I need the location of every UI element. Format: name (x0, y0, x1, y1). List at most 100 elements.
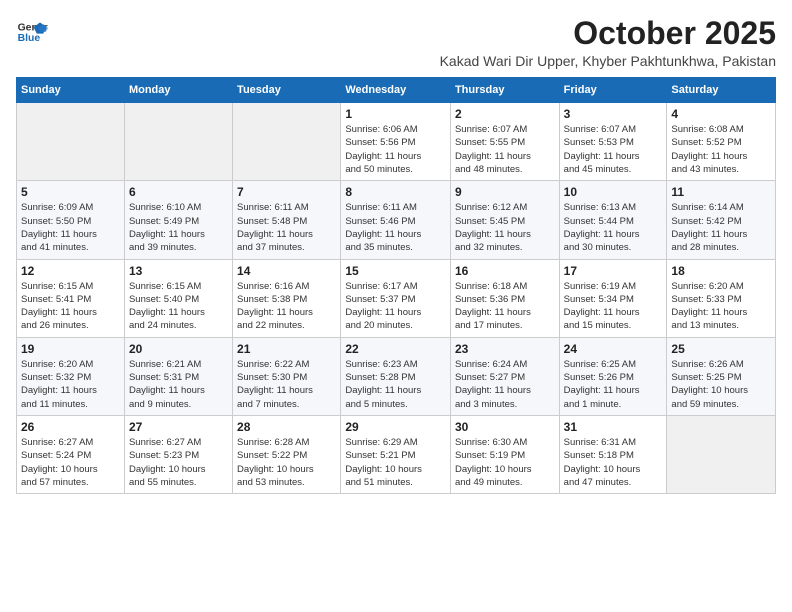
day-number: 23 (455, 342, 555, 356)
cell-content: Sunrise: 6:28 AM Sunset: 5:22 PM Dayligh… (237, 436, 336, 489)
calendar-week-1: 1Sunrise: 6:06 AM Sunset: 5:56 PM Daylig… (17, 103, 776, 181)
calendar-table: SundayMondayTuesdayWednesdayThursdayFrid… (16, 77, 776, 494)
day-number: 8 (345, 185, 446, 199)
calendar-cell: 22Sunrise: 6:23 AM Sunset: 5:28 PM Dayli… (341, 337, 451, 415)
calendar-cell: 1Sunrise: 6:06 AM Sunset: 5:56 PM Daylig… (341, 103, 451, 181)
calendar-cell: 15Sunrise: 6:17 AM Sunset: 5:37 PM Dayli… (341, 259, 451, 337)
cell-content: Sunrise: 6:11 AM Sunset: 5:46 PM Dayligh… (345, 201, 446, 254)
day-number: 19 (21, 342, 120, 356)
day-number: 17 (564, 264, 663, 278)
day-number: 2 (455, 107, 555, 121)
day-number: 27 (129, 420, 228, 434)
cell-content: Sunrise: 6:30 AM Sunset: 5:19 PM Dayligh… (455, 436, 555, 489)
calendar-cell (124, 103, 232, 181)
day-number: 11 (671, 185, 771, 199)
calendar-cell: 16 Sunrise: 6:18 AM Sunset: 5:36 PM Dayli… (450, 259, 559, 337)
cell-content: Sunrise: 6:20 AM Sunset: 5:33 PM Dayligh… (671, 280, 771, 333)
calendar-cell: 31 Sunrise: 6:31 AM Sunset: 5:18 PM Dayli… (559, 415, 667, 493)
calendar-cell: 24 Sunrise: 6:25 AM Sunset: 5:26 PM Dayli… (559, 337, 667, 415)
calendar-cell: 5 Sunrise: 6:09 AM Sunset: 5:50 PM Daylig… (17, 181, 125, 259)
cell-content: Sunrise: 6:20 AM Sunset: 5:32 PM Dayligh… (21, 358, 120, 411)
day-header-sunday: Sunday (17, 78, 125, 103)
cell-content: Sunrise: 6:10 AM Sunset: 5:49 PM Dayligh… (129, 201, 228, 254)
cell-content: Sunrise: 6:08 AM Sunset: 5:52 PM Dayligh… (671, 123, 771, 176)
calendar-cell: 27Sunrise: 6:27 AM Sunset: 5:23 PM Dayli… (124, 415, 232, 493)
day-header-tuesday: Tuesday (233, 78, 341, 103)
day-number: 3 (564, 107, 663, 121)
day-number: 6 (129, 185, 228, 199)
calendar-cell: 4 Sunrise: 6:08 AM Sunset: 5:52 PM Daylig… (667, 103, 776, 181)
day-number: 26 (21, 420, 120, 434)
day-header-wednesday: Wednesday (341, 78, 451, 103)
cell-content: Sunrise: 6:16 AM Sunset: 5:38 PM Dayligh… (237, 280, 336, 333)
cell-content: Sunrise: 6:09 AM Sunset: 5:50 PM Dayligh… (21, 201, 120, 254)
logo-icon: General Blue (16, 16, 48, 48)
calendar-cell: 9 Sunrise: 6:12 AM Sunset: 5:45 PM Daylig… (450, 181, 559, 259)
day-header-monday: Monday (124, 78, 232, 103)
calendar-cell: 11 Sunrise: 6:14 AM Sunset: 5:42 PM Dayli… (667, 181, 776, 259)
cell-content: Sunrise: 6:19 AM Sunset: 5:34 PM Dayligh… (564, 280, 663, 333)
page-header: General Blue October 2025 Kakad Wari Dir… (16, 16, 776, 69)
day-number: 7 (237, 185, 336, 199)
calendar-cell: 18 Sunrise: 6:20 AM Sunset: 5:33 PM Dayli… (667, 259, 776, 337)
calendar-week-4: 19 Sunrise: 6:20 AM Sunset: 5:32 PM Dayli… (17, 337, 776, 415)
day-number: 9 (455, 185, 555, 199)
day-number: 29 (345, 420, 446, 434)
calendar-header-row: SundayMondayTuesdayWednesdayThursdayFrid… (17, 78, 776, 103)
cell-content: Sunrise: 6:07 AM Sunset: 5:53 PM Dayligh… (564, 123, 663, 176)
cell-content: Sunrise: 6:26 AM Sunset: 5:25 PM Dayligh… (671, 358, 771, 411)
calendar-cell (17, 103, 125, 181)
day-number: 18 (671, 264, 771, 278)
calendar-cell: 26Sunrise: 6:27 AM Sunset: 5:24 PM Dayli… (17, 415, 125, 493)
day-number: 24 (564, 342, 663, 356)
cell-content: Sunrise: 6:13 AM Sunset: 5:44 PM Dayligh… (564, 201, 663, 254)
day-number: 31 (564, 420, 663, 434)
calendar-cell: 21 Sunrise: 6:22 AM Sunset: 5:30 PM Dayli… (233, 337, 341, 415)
calendar-cell: 3 Sunrise: 6:07 AM Sunset: 5:53 PM Daylig… (559, 103, 667, 181)
day-number: 14 (237, 264, 336, 278)
day-number: 12 (21, 264, 120, 278)
cell-content: Sunrise: 6:31 AM Sunset: 5:18 PM Dayligh… (564, 436, 663, 489)
cell-content: Sunrise: 6:14 AM Sunset: 5:42 PM Dayligh… (671, 201, 771, 254)
day-header-saturday: Saturday (667, 78, 776, 103)
day-number: 4 (671, 107, 771, 121)
calendar-cell: 13Sunrise: 6:15 AM Sunset: 5:40 PM Dayli… (124, 259, 232, 337)
cell-content: Sunrise: 6:18 AM Sunset: 5:36 PM Dayligh… (455, 280, 555, 333)
calendar-cell: 12 Sunrise: 6:15 AM Sunset: 5:41 PM Dayli… (17, 259, 125, 337)
calendar-cell: 30 Sunrise: 6:30 AM Sunset: 5:19 PM Dayli… (450, 415, 559, 493)
calendar-cell: 19 Sunrise: 6:20 AM Sunset: 5:32 PM Dayli… (17, 337, 125, 415)
calendar-cell: 29 Sunrise: 6:29 AM Sunset: 5:21 PM Dayli… (341, 415, 451, 493)
day-number: 10 (564, 185, 663, 199)
cell-content: Sunrise: 6:29 AM Sunset: 5:21 PM Dayligh… (345, 436, 446, 489)
calendar-cell: 20Sunrise: 6:21 AM Sunset: 5:31 PM Dayli… (124, 337, 232, 415)
calendar-cell: 17 Sunrise: 6:19 AM Sunset: 5:34 PM Dayli… (559, 259, 667, 337)
calendar-week-3: 12 Sunrise: 6:15 AM Sunset: 5:41 PM Dayli… (17, 259, 776, 337)
cell-content: Sunrise: 6:15 AM Sunset: 5:41 PM Dayligh… (21, 280, 120, 333)
day-number: 25 (671, 342, 771, 356)
svg-text:Blue: Blue (18, 33, 41, 44)
month-title: October 2025 (440, 16, 776, 51)
cell-content: Sunrise: 6:24 AM Sunset: 5:27 PM Dayligh… (455, 358, 555, 411)
day-header-thursday: Thursday (450, 78, 559, 103)
calendar-cell: 2Sunrise: 6:07 AM Sunset: 5:55 PM Daylig… (450, 103, 559, 181)
cell-content: Sunrise: 6:25 AM Sunset: 5:26 PM Dayligh… (564, 358, 663, 411)
day-number: 30 (455, 420, 555, 434)
day-number: 20 (129, 342, 228, 356)
calendar-week-5: 26Sunrise: 6:27 AM Sunset: 5:24 PM Dayli… (17, 415, 776, 493)
title-section: October 2025 Kakad Wari Dir Upper, Khybe… (440, 16, 776, 69)
day-number: 22 (345, 342, 446, 356)
calendar-cell: 8 Sunrise: 6:11 AM Sunset: 5:46 PM Daylig… (341, 181, 451, 259)
calendar-week-2: 5 Sunrise: 6:09 AM Sunset: 5:50 PM Daylig… (17, 181, 776, 259)
calendar-cell: 14 Sunrise: 6:16 AM Sunset: 5:38 PM Dayli… (233, 259, 341, 337)
day-number: 16 (455, 264, 555, 278)
calendar-cell (667, 415, 776, 493)
cell-content: Sunrise: 6:11 AM Sunset: 5:48 PM Dayligh… (237, 201, 336, 254)
cell-content: Sunrise: 6:17 AM Sunset: 5:37 PM Dayligh… (345, 280, 446, 333)
cell-content: Sunrise: 6:22 AM Sunset: 5:30 PM Dayligh… (237, 358, 336, 411)
cell-content: Sunrise: 6:12 AM Sunset: 5:45 PM Dayligh… (455, 201, 555, 254)
calendar-cell (233, 103, 341, 181)
logo: General Blue (16, 16, 48, 48)
day-number: 21 (237, 342, 336, 356)
day-header-friday: Friday (559, 78, 667, 103)
day-number: 5 (21, 185, 120, 199)
